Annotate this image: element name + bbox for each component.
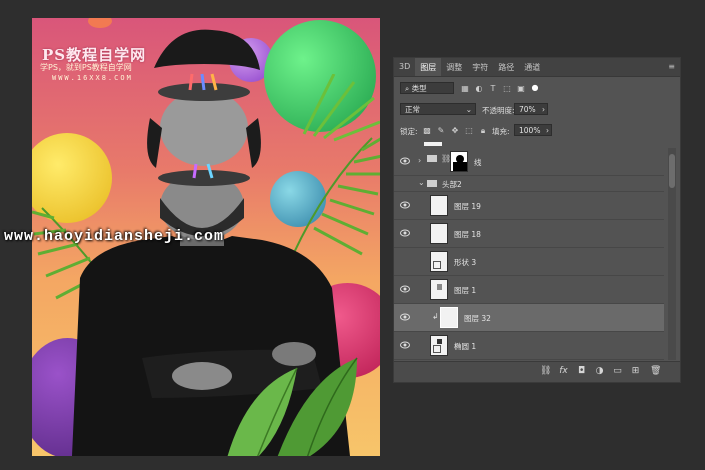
chevron-down-icon: › [542,105,545,114]
layer-name: 头部2 [442,180,462,189]
link-layers-icon[interactable]: ⛓ [540,366,551,377]
folder-icon [427,155,437,162]
layer-name: 图层 19 [454,202,481,211]
layer-name: 图层 32 [464,314,491,323]
tab-channels[interactable]: 通道 [519,58,545,76]
lock-artboard-icon[interactable]: ⬚ [464,126,474,136]
layers-scrollbar[interactable] [668,148,676,360]
layer-row[interactable]: 图层 18 [394,220,664,248]
layer-name: 线 [474,158,482,167]
tab-character[interactable]: 字符 [467,58,493,76]
chevron-down-icon: ⌄ [465,105,472,114]
filter-toggle-icon[interactable]: ● [530,83,540,93]
layer-filter-label: 类型 [411,84,427,93]
eye-icon[interactable] [400,201,410,209]
tab-layers[interactable]: 图层 [415,58,442,76]
site-watermark-overlay: www.haoyidiansheji.com [4,228,225,245]
opacity-input[interactable]: 70% › [514,103,548,115]
panel-menu-icon[interactable]: ≡ [663,58,680,76]
adjustment-layer-icon[interactable]: ◑ [594,366,605,377]
scrollbar-thumb[interactable] [669,154,675,188]
lock-label: 锁定: [400,127,418,136]
green-leaf-bottom [227,357,358,456]
tab-adjustments[interactable]: 调整 [441,58,467,76]
layers-panel: 3D 图层 调整 字符 路径 通道 ≡ ⌕ 类型 ▦ ◐ T ⬚ ▣ ● 正常 … [393,57,681,383]
lock-image-icon[interactable]: ✎ [436,126,446,136]
layer-row[interactable]: › ⛓ 线 [394,148,664,176]
adjustment-filter-icon[interactable]: ◐ [474,84,484,94]
fill-value: 100% [519,126,541,135]
new-group-icon[interactable]: ▭ [612,366,623,377]
lock-all-icon[interactable]: 🔒︎ [478,126,488,136]
shape-filter-icon[interactable]: ⬚ [502,84,512,94]
eye-icon[interactable] [400,157,410,165]
layer-row[interactable]: 图层 19 [394,192,664,220]
fill-label: 填充: [492,127,510,136]
layer-filter-select[interactable]: ⌕ 类型 [400,82,454,94]
layer-name: 椭圆 1 [454,342,477,351]
layers-bottom-toolbar: ⛓ fx ◘ ◑ ▭ ⊞ 🗑︎ [394,361,680,382]
search-icon: ⌕ [405,84,410,93]
eye-icon[interactable] [400,313,410,321]
shape-thumbnail [430,251,448,272]
partial-layer-thumbnail [424,142,442,146]
panel-tab-bar: 3D 图层 调整 字符 路径 通道 ≡ [394,58,680,77]
chevron-down-icon[interactable]: ⌄ [418,178,425,187]
layer-row[interactable]: 形状 3 [394,248,664,276]
opacity-label: 不透明度: [482,106,515,115]
layer-row[interactable]: 图层 1 [394,276,664,304]
mask-thumbnail [450,151,468,172]
smart-object-filter-icon[interactable]: ▣ [516,84,526,94]
tab-3d[interactable]: 3D [394,58,415,76]
fill-input[interactable]: 100% › [514,124,552,136]
eye-icon[interactable] [400,285,410,293]
type-filter-icon[interactable]: T [488,84,498,94]
eye-icon[interactable] [400,229,410,237]
opacity-value: 70% [519,105,536,114]
chevron-down-icon: › [546,126,549,135]
layer-name: 图层 1 [454,286,477,295]
lock-transparent-icon[interactable]: ▩ [422,126,432,136]
layer-name: 形状 3 [454,258,477,267]
layer-row-selected[interactable]: ↲ 图层 32 [394,304,664,332]
layer-thumbnail [430,279,448,300]
tab-paths[interactable]: 路径 [493,58,519,76]
add-mask-icon[interactable]: ◘ [576,366,587,377]
lock-position-icon[interactable]: ✥ [450,126,460,136]
new-layer-icon[interactable]: ⊞ [630,366,641,377]
blend-mode-select[interactable]: 正常 ⌄ [400,103,476,115]
layer-name: 图层 18 [454,230,481,239]
eye-icon[interactable] [400,341,410,349]
layer-row[interactable]: ⌄ 头部2 [394,176,664,192]
chevron-right-icon[interactable]: › [418,156,421,165]
clipping-mask-icon: ↲ [432,312,439,321]
layer-thumbnail [430,223,448,244]
trash-icon[interactable]: 🗑︎ [650,366,661,377]
folder-icon [427,180,437,187]
layers-list[interactable]: › ⛓ 线 ⌄ 头部2 图层 19 图层 18 形状 3 图层 1 ↲ 图层 3… [394,148,664,360]
blend-mode-value: 正常 [405,105,420,114]
layer-row[interactable]: 椭圆 1 [394,332,664,360]
fx-icon[interactable]: fx [558,366,569,377]
layer-thumbnail [430,195,448,216]
shape-thumbnail [430,335,448,356]
pixel-filter-icon[interactable]: ▦ [460,84,470,94]
layer-thumbnail [440,307,458,328]
